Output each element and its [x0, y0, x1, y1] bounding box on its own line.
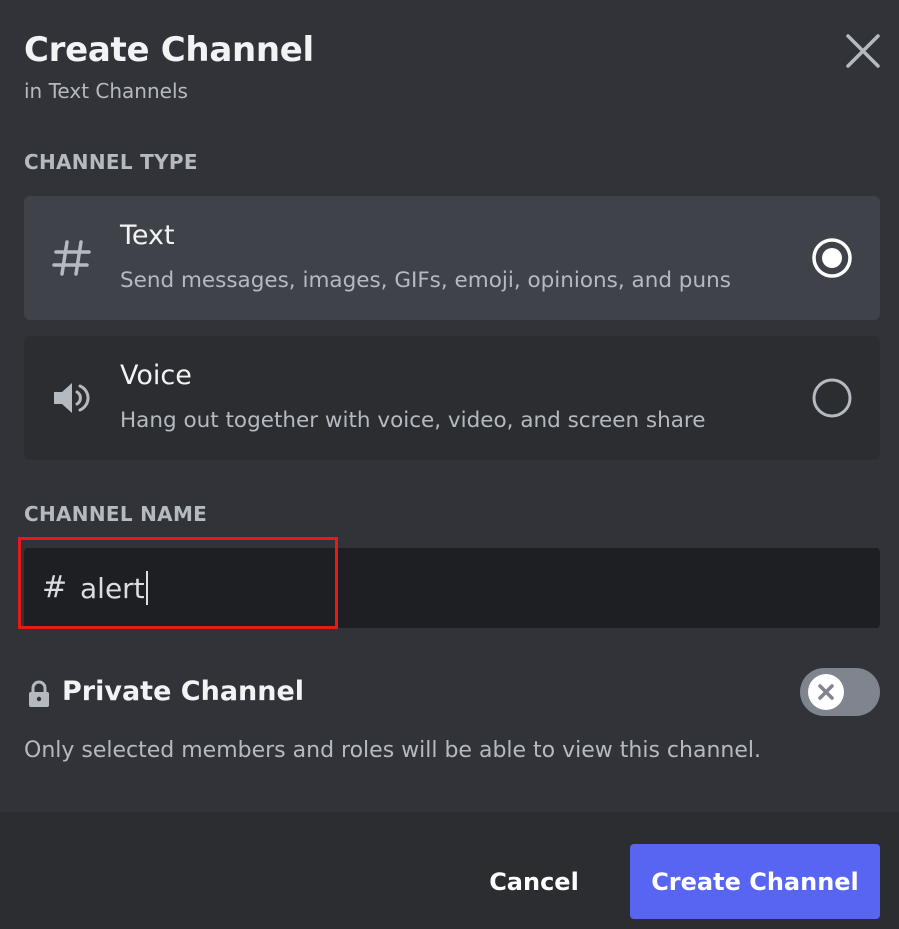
- speaker-icon: [54, 383, 90, 413]
- channel-type-description: Hang out together with voice, video, and…: [120, 408, 706, 433]
- dialog-footer: Cancel Create Channel: [0, 812, 899, 929]
- channel-name-value: alert: [80, 572, 145, 605]
- close-icon: [846, 34, 880, 68]
- channel-type-voice-option[interactable]: Voice Hang out together with voice, vide…: [24, 336, 880, 460]
- channel-type-description: Send messages, images, GIFs, emoji, opin…: [120, 268, 731, 293]
- hash-icon: [52, 240, 91, 276]
- dialog-subtitle: in Text Channels: [24, 79, 188, 103]
- channel-type-name: Voice: [120, 360, 192, 391]
- channel-name-input[interactable]: # alert: [24, 548, 880, 628]
- toggle-knob: [808, 674, 844, 710]
- lock-icon: [29, 680, 49, 707]
- close-button[interactable]: [844, 32, 882, 70]
- private-channel-toggle[interactable]: [800, 668, 880, 716]
- x-icon: [818, 684, 834, 700]
- channel-type-label: CHANNEL TYPE: [24, 150, 198, 174]
- radio-unselected-icon[interactable]: [810, 376, 854, 420]
- channel-type-text-option[interactable]: Text Send messages, images, GIFs, emoji,…: [24, 196, 880, 320]
- dialog-title: Create Channel: [24, 30, 314, 70]
- channel-type-name: Text: [120, 220, 175, 251]
- private-channel-description: Only selected members and roles will be …: [24, 738, 761, 763]
- text-caret: [145, 571, 148, 605]
- private-channel-label: Private Channel: [62, 676, 305, 707]
- radio-selected-icon[interactable]: [810, 236, 854, 280]
- cancel-button[interactable]: Cancel: [470, 844, 598, 920]
- channel-name-label: CHANNEL NAME: [24, 502, 208, 526]
- create-channel-button[interactable]: Create Channel: [630, 844, 880, 919]
- channel-name-prefix: #: [42, 570, 68, 605]
